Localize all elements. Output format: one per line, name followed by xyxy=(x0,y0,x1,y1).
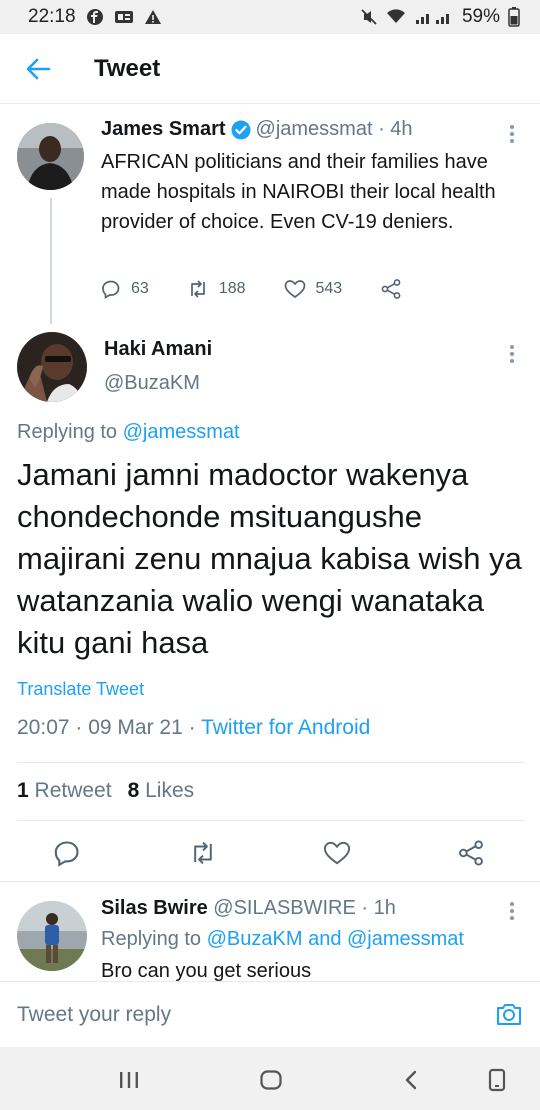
avatar[interactable] xyxy=(17,901,87,971)
replying-prefix: Replying to xyxy=(17,421,123,443)
home-icon xyxy=(260,1070,282,1090)
author-handle: @jamessmat · 4h xyxy=(255,118,413,140)
tweet-actions: 63 188 543 xyxy=(101,278,471,300)
reply-count: 63 xyxy=(131,280,149,297)
verified-badge-icon xyxy=(231,120,251,140)
author-name[interactable]: Silas Bwire xyxy=(101,897,208,919)
replying-prefix: Replying to xyxy=(101,928,207,950)
retweets-stat[interactable]: 1 Retweet xyxy=(17,779,112,803)
author-name[interactable]: Haki Amani xyxy=(104,338,212,361)
main-tweet: Haki Amani @BuzaKM Replying to @jamessma… xyxy=(0,326,540,882)
recents-button[interactable] xyxy=(114,1067,144,1093)
warning-icon xyxy=(144,9,162,25)
avatar[interactable] xyxy=(17,123,84,190)
back-nav-button[interactable] xyxy=(396,1067,426,1093)
replying-to: Replying to @BuzaKM and @jamessmat xyxy=(101,928,464,951)
app-header: Tweet xyxy=(0,34,540,104)
share-button[interactable] xyxy=(456,838,486,868)
replying-handles-link[interactable]: @BuzaKM and @jamessmat xyxy=(207,928,464,950)
wifi-icon xyxy=(386,9,406,25)
retweets-label: Retweet xyxy=(34,779,112,802)
retweet-button[interactable] xyxy=(188,838,218,868)
camera-button[interactable] xyxy=(494,999,524,1029)
replying-to: Replying to @jamessmat xyxy=(17,421,240,444)
battery-icon xyxy=(508,7,520,27)
translate-tweet-link[interactable]: Translate Tweet xyxy=(17,679,144,700)
back-button[interactable] xyxy=(18,49,58,89)
share-icon xyxy=(381,279,401,299)
reply-tweet[interactable]: Silas Bwire @SILASBWIRE · 1h Replying to… xyxy=(0,883,540,981)
more-options-icon[interactable] xyxy=(506,122,518,146)
page-title: Tweet xyxy=(94,54,161,82)
like-count: 543 xyxy=(315,280,343,297)
facebook-notification-icon xyxy=(86,8,104,26)
likes-label: Likes xyxy=(145,779,195,802)
camera-icon xyxy=(497,1004,521,1025)
tweet-meta: 20:07 · 09 Mar 21 · Twitter for Android xyxy=(17,716,370,740)
news-notification-icon xyxy=(114,9,134,25)
heart-icon xyxy=(284,280,305,299)
tweet-stats: 1 Retweet 8 Likes xyxy=(17,779,194,803)
reply-icon xyxy=(102,280,120,299)
retweet-button[interactable]: 188 xyxy=(187,279,246,299)
tweet-text: Jamani jamni madoctor wakenya chondechon… xyxy=(17,457,522,660)
thread-line xyxy=(50,198,52,324)
author-name[interactable]: James Smart xyxy=(101,118,226,141)
share-icon xyxy=(459,840,483,866)
likes-count: 8 xyxy=(127,779,140,802)
status-time: 22:18 xyxy=(28,6,76,27)
retweets-count: 1 xyxy=(17,779,29,802)
tweet-header: James Smart @jamessmat · 4h xyxy=(101,118,413,141)
author-handle: @SILASBWIRE · 1h xyxy=(213,897,396,919)
main-tweet-actions xyxy=(0,838,540,868)
home-button[interactable] xyxy=(256,1067,286,1093)
timestamp: 20:07 · 09 Mar 21 · xyxy=(17,716,202,739)
reply-input[interactable] xyxy=(17,1000,457,1030)
divider xyxy=(17,820,525,821)
reply-icon xyxy=(54,841,79,867)
status-bar: 22:18 59% xyxy=(0,0,540,34)
chevron-left-icon xyxy=(405,1070,417,1090)
signal-icon xyxy=(414,9,454,25)
more-options-icon[interactable] xyxy=(506,342,518,366)
more-options-icon[interactable] xyxy=(506,899,518,923)
parent-tweet[interactable]: James Smart @jamessmat · 4h AFRICAN poli… xyxy=(0,104,540,326)
recents-icon xyxy=(120,1072,138,1088)
tweet-header: Silas Bwire @SILASBWIRE · 1h xyxy=(101,897,396,920)
retweet-icon xyxy=(194,841,212,865)
like-button[interactable]: 543 xyxy=(284,279,343,299)
heart-icon xyxy=(323,841,351,865)
mute-icon xyxy=(360,8,378,26)
reply-composer xyxy=(0,981,540,1047)
tweet-text: Bro can you get serious xyxy=(101,960,312,981)
phone-rotate-icon xyxy=(488,1068,506,1092)
divider xyxy=(17,762,525,763)
tweet-text: AFRICAN politicians and their families h… xyxy=(101,151,496,233)
share-button[interactable] xyxy=(380,278,402,300)
back-arrow-icon xyxy=(26,58,51,79)
reply-button[interactable] xyxy=(52,838,82,868)
likes-stat[interactable]: 8 Likes xyxy=(128,779,195,803)
keyboard-toggle-button[interactable] xyxy=(482,1067,512,1093)
battery-percent: 59% xyxy=(461,6,500,27)
reply-button[interactable]: 63 xyxy=(101,279,149,299)
retweet-icon xyxy=(190,280,205,298)
source-link[interactable]: Twitter for Android xyxy=(201,716,370,739)
retweet-count: 188 xyxy=(218,280,246,297)
avatar[interactable] xyxy=(17,332,87,402)
author-handle: @BuzaKM xyxy=(104,372,200,394)
like-button[interactable] xyxy=(322,838,352,868)
android-nav-bar xyxy=(0,1047,540,1110)
replying-handle-link[interactable]: @jamessmat xyxy=(123,421,240,443)
